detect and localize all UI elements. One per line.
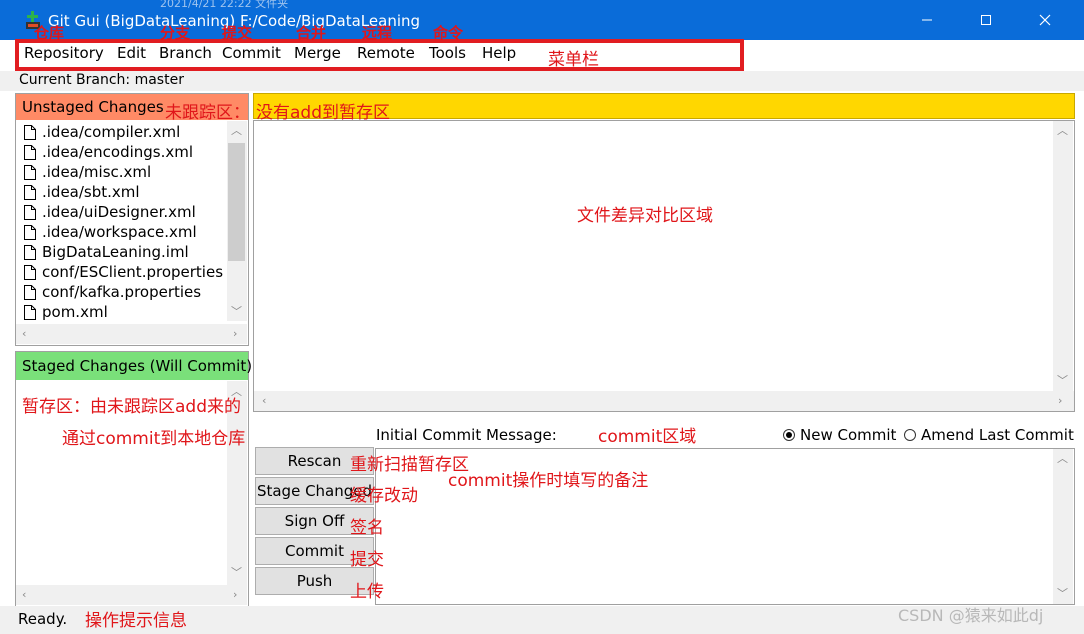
- staged-changes-title: Staged Changes (Will Commit): [22, 357, 253, 375]
- unstaged-file-row[interactable]: conf/kafka.properties: [24, 282, 201, 302]
- annotation-menu-repository: 仓库: [34, 24, 65, 42]
- unstaged-changes-title: Unstaged Changes: [22, 98, 164, 116]
- watermark: CSDN @猿来如此dj: [898, 606, 1044, 625]
- scroll-left-icon[interactable]: ‹: [262, 395, 266, 406]
- unstaged-file-name: .idea/misc.xml: [42, 163, 152, 181]
- close-button[interactable]: [1016, 0, 1074, 40]
- amend-last-commit-radio[interactable]: Amend Last Commit: [904, 425, 1074, 445]
- scroll-up-icon[interactable]: ︿: [1057, 125, 1068, 136]
- maximize-button[interactable]: [957, 0, 1015, 40]
- scroll-down-icon[interactable]: ﹀: [1057, 375, 1068, 386]
- minimize-icon: [922, 19, 932, 21]
- scroll-right-icon[interactable]: ›: [1058, 395, 1062, 406]
- annotation-stage: 缓存改动: [350, 486, 418, 506]
- annotation-menu-merge: 合并: [296, 24, 327, 42]
- scroll-right-icon[interactable]: ›: [233, 589, 237, 600]
- commit-vertical-scrollbar[interactable]: [1053, 449, 1073, 604]
- unstaged-file-row[interactable]: .idea/encodings.xml: [24, 142, 193, 162]
- unstaged-file-name: pom.xml: [42, 303, 108, 321]
- unstaged-file-row[interactable]: pom.xml: [24, 302, 108, 322]
- radio-selected-icon: [783, 429, 795, 441]
- annotation-menu-branch: 分支: [160, 24, 191, 42]
- file-icon: [24, 224, 36, 240]
- diff-view[interactable]: [253, 120, 1075, 412]
- background-window-text: 2021/4/21 22:22 文件夹: [160, 0, 289, 10]
- unstaged-horizontal-scrollbar[interactable]: [16, 324, 247, 344]
- annotation-commit: 提交: [350, 550, 384, 570]
- unstaged-file-row[interactable]: BigDataLeaning.iml: [24, 242, 189, 262]
- annotation-staging-area: 暂存区：由未跟踪区add来的: [22, 397, 241, 417]
- scroll-down-icon[interactable]: ﹀: [1057, 588, 1068, 599]
- new-commit-label: New Commit: [800, 426, 897, 444]
- file-icon: [24, 284, 36, 300]
- annotation-commit-to-local: 通过commit到本地仓库: [62, 429, 246, 449]
- staged-changes-panel: [15, 351, 249, 607]
- annotation-commit-area: commit区域: [598, 427, 697, 447]
- unstaged-file-name: .idea/encodings.xml: [42, 143, 194, 161]
- staged-horizontal-scrollbar[interactable]: [16, 585, 247, 605]
- annotation-push: 上传: [350, 582, 384, 602]
- status-text: Ready.: [18, 610, 68, 628]
- unstaged-file-name: .idea/compiler.xml: [42, 123, 181, 141]
- new-commit-radio[interactable]: New Commit: [783, 425, 896, 445]
- unstaged-file-name: .idea/uiDesigner.xml: [42, 203, 196, 221]
- radio-unselected-icon: [904, 429, 916, 441]
- unstaged-file-name: conf/ESClient.properties: [42, 263, 224, 281]
- file-icon: [24, 164, 36, 180]
- annotation-status: 操作提示信息: [85, 611, 187, 631]
- file-icon: [24, 144, 36, 160]
- unstaged-file-name: .idea/workspace.xml: [42, 223, 197, 241]
- annotation-menu-remote: 远程: [362, 24, 393, 42]
- scroll-down-icon[interactable]: ﹀: [231, 306, 242, 317]
- commit-message-label: Initial Commit Message:: [376, 426, 557, 444]
- scroll-up-icon[interactable]: ︿: [1057, 453, 1068, 464]
- annotation-menubar: 菜单栏: [548, 50, 599, 70]
- diff-horizontal-scrollbar[interactable]: [254, 391, 1074, 411]
- annotation-commit-note: commit操作时填写的备注: [448, 471, 649, 491]
- close-icon: [1039, 14, 1051, 26]
- file-icon: [24, 124, 36, 140]
- file-icon: [24, 304, 36, 320]
- current-branch-label: Current Branch: master: [19, 72, 184, 88]
- file-icon: [24, 264, 36, 280]
- unstaged-file-row[interactable]: .idea/sbt.xml: [24, 182, 140, 202]
- annotation-rescan: 重新扫描暂存区: [350, 455, 469, 475]
- amend-last-commit-label: Amend Last Commit: [921, 426, 1074, 444]
- scroll-up-icon[interactable]: ︿: [231, 125, 242, 136]
- menu-annotation-box: [15, 39, 744, 71]
- file-icon: [24, 204, 36, 220]
- minimize-button[interactable]: [898, 0, 956, 40]
- file-icon: [24, 244, 36, 260]
- unstaged-file-row[interactable]: conf/ESClient.properties: [24, 262, 223, 282]
- file-icon: [24, 184, 36, 200]
- unstaged-file-row[interactable]: .idea/misc.xml: [24, 162, 151, 182]
- unstaged-file-name: .idea/sbt.xml: [42, 183, 140, 201]
- annotation-untracked-area: 未跟踪区：: [165, 103, 250, 123]
- diff-vertical-scrollbar[interactable]: [1053, 121, 1073, 391]
- scroll-left-icon[interactable]: ‹: [22, 328, 26, 339]
- scroll-right-icon[interactable]: ›: [233, 328, 237, 339]
- unstaged-file-row[interactable]: .idea/uiDesigner.xml: [24, 202, 196, 222]
- scroll-down-icon[interactable]: ﹀: [231, 567, 242, 578]
- annotation-menu-tools: 命令: [433, 24, 464, 42]
- scroll-left-icon[interactable]: ‹: [22, 589, 26, 600]
- maximize-icon: [981, 15, 991, 25]
- unstaged-file-row[interactable]: .idea/workspace.xml: [24, 222, 197, 242]
- unstaged-file-name: BigDataLeaning.iml: [42, 243, 189, 261]
- annotation-menu-commit: 提交: [222, 24, 253, 42]
- annotation-diff-area: 文件差异对比区域: [577, 206, 713, 226]
- unstaged-file-name: conf/kafka.properties: [42, 283, 202, 301]
- unstaged-scroll-thumb[interactable]: [228, 143, 245, 261]
- unstaged-file-row[interactable]: .idea/compiler.xml: [24, 122, 180, 142]
- annotation-signoff: 签名: [350, 518, 384, 538]
